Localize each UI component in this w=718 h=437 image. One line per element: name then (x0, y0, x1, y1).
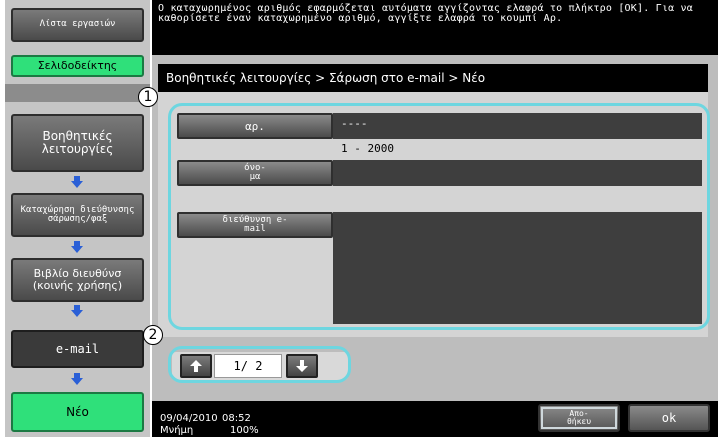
memory-value: 100% (230, 425, 259, 436)
ok-button[interactable]: ok (628, 404, 710, 432)
arrow-down-icon (71, 176, 83, 188)
highlight-ring-fields (168, 103, 710, 330)
message-bar: Ο καταχωρημένος αριθμός εφαρμόζεται αυτό… (152, 0, 718, 55)
step-new-label: Νέο (66, 404, 89, 419)
breadcrumb-text: Βοηθητικές λειτουργίες > Σάρωση στο e-ma… (166, 71, 486, 85)
arrow-down-icon (71, 241, 83, 253)
callout-marker-2: 2 (143, 325, 163, 345)
task-list-button[interactable]: Λίστα εργασιών (11, 8, 144, 42)
step-email-label: e-mail (55, 341, 100, 356)
bookmark-label: Σελιδοδείκτης (37, 59, 118, 73)
status-date: 09/04/2010 (160, 413, 218, 424)
step-new-button[interactable]: Νέο (11, 392, 144, 432)
left-navigation: Λίστα εργασιών Σελιδοδείκτης Βοηθητικές … (5, 0, 150, 437)
memory-label: Μνήμη (160, 425, 194, 436)
task-list-label: Λίστα εργασιών (39, 19, 116, 30)
step-utility-label: Βοηθητικές λειτουργίες (41, 129, 114, 156)
step-email-button[interactable]: e-mail (11, 330, 144, 368)
arrow-down-icon (71, 373, 83, 385)
step-scan-address-label: Καταχώρηση διεύθυνσης σάρωσης/φαξ (20, 204, 135, 224)
step-address-book-button[interactable]: Βιβλίο διευθύνσ (κοινής χρήσης) (11, 258, 144, 302)
message-text: Ο καταχωρημένος αριθμός εφαρμόζεται αυτό… (158, 3, 693, 24)
divider (5, 84, 150, 102)
bookmark-button[interactable]: Σελιδοδείκτης (11, 55, 144, 77)
save-button[interactable]: Απο- θήκευ (538, 404, 620, 432)
step-utility-button[interactable]: Βοηθητικές λειτουργίες (11, 114, 144, 172)
step-address-book-label: Βιβλίο διευθύνσ (κοινής χρήσης) (32, 267, 123, 292)
callout-marker-1: 1 (138, 87, 158, 107)
status-time: 08:52 (222, 413, 251, 424)
step-scan-address-button[interactable]: Καταχώρηση διεύθυνσης σάρωσης/φαξ (11, 193, 144, 237)
highlight-ring-pager (168, 346, 351, 383)
ok-label: ok (661, 411, 677, 425)
save-label: Απο- θήκευ (566, 409, 592, 426)
arrow-down-icon (71, 305, 83, 317)
breadcrumb: Βοηθητικές λειτουργίες > Σάρωση στο e-ma… (158, 64, 708, 92)
